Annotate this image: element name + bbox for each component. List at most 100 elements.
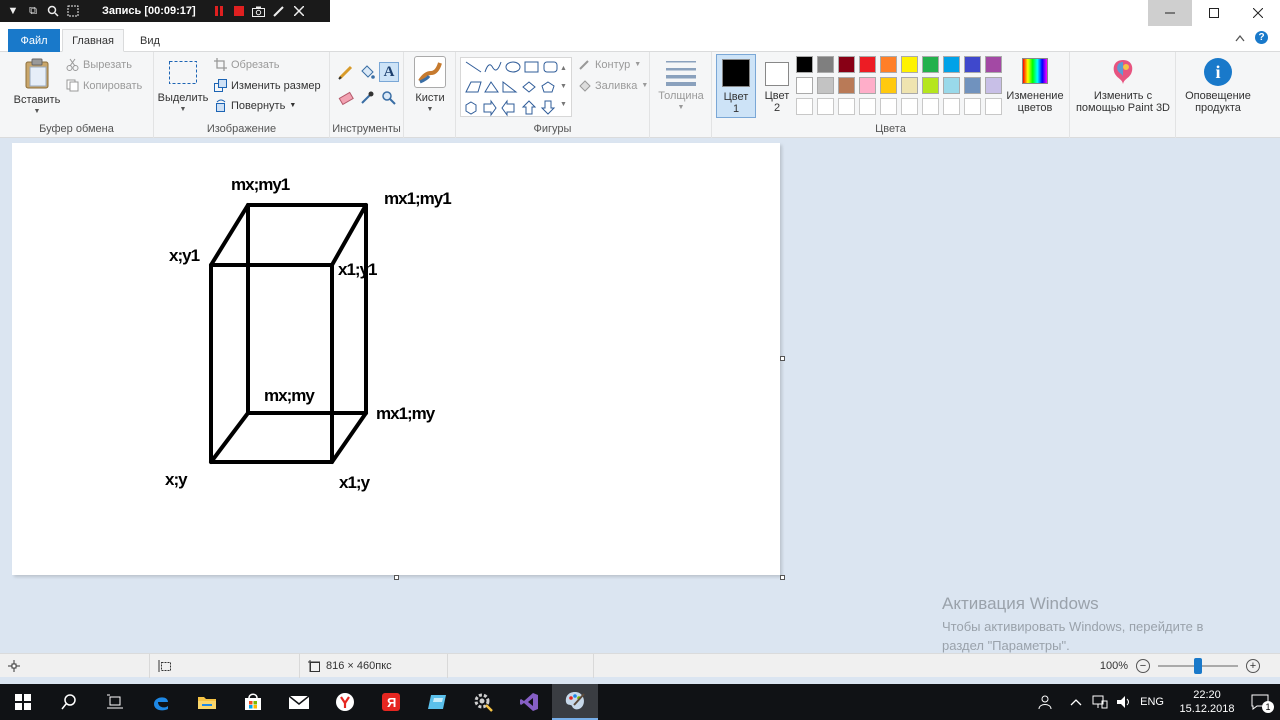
custom-color-slot[interactable] — [817, 98, 834, 115]
brushes-button[interactable]: Кисти ▼ — [410, 56, 450, 116]
custom-color-slot[interactable] — [838, 98, 855, 115]
resize-handle-bottom[interactable] — [394, 575, 399, 580]
cut-button[interactable]: Вырезать — [66, 58, 132, 71]
taskbar-store[interactable] — [230, 684, 276, 720]
magnifier-icon[interactable] — [381, 90, 397, 106]
clock[interactable]: 22:20 15.12.2018 — [1174, 688, 1240, 716]
thickness-dropdown-icon[interactable]: ▼ — [678, 102, 685, 114]
fill-button[interactable]: Заливка ▼ — [578, 79, 648, 92]
people-icon[interactable] — [1038, 694, 1054, 710]
restore-icon[interactable]: ⧉ — [26, 4, 40, 18]
taskbar-mail[interactable] — [276, 684, 322, 720]
palette-swatch[interactable] — [964, 56, 981, 73]
custom-color-slot[interactable] — [859, 98, 876, 115]
rotate-dropdown-icon[interactable]: ▼ — [289, 102, 296, 109]
palette-swatch[interactable] — [838, 77, 855, 94]
custom-color-slot[interactable] — [985, 98, 1002, 115]
custom-color-slot[interactable] — [901, 98, 918, 115]
taskbar-notes[interactable] — [414, 684, 460, 720]
eraser-icon[interactable] — [338, 90, 354, 106]
start-button[interactable] — [0, 684, 46, 720]
palette-swatch[interactable] — [943, 77, 960, 94]
custom-color-slot[interactable] — [922, 98, 939, 115]
close-window-button[interactable] — [1236, 0, 1280, 26]
dropdown-arrow-icon[interactable]: ▼ — [6, 4, 20, 18]
stop-icon[interactable] — [232, 4, 246, 18]
collapse-ribbon-icon[interactable] — [1235, 34, 1245, 42]
palette-swatch[interactable] — [859, 77, 876, 94]
outline-button[interactable]: Контур ▼ — [578, 58, 641, 71]
fill-bucket-icon[interactable] — [359, 64, 375, 80]
network-icon[interactable] — [1092, 695, 1108, 709]
zoom-out-button[interactable]: − — [1136, 659, 1150, 673]
paint3d-button[interactable]: Изменить с помощью Paint 3D — [1074, 58, 1172, 114]
palette-swatch[interactable] — [922, 77, 939, 94]
text-tool-icon[interactable]: A — [379, 62, 399, 82]
close-recorder-icon[interactable] — [292, 4, 306, 18]
zoom-in-button[interactable]: + — [1246, 659, 1260, 673]
crop-button[interactable]: Обрезать — [214, 58, 280, 71]
taskbar-yandex-browser[interactable] — [322, 684, 368, 720]
palette-swatch[interactable] — [817, 77, 834, 94]
tab-view[interactable]: Вид — [130, 29, 170, 52]
brushes-dropdown-icon[interactable]: ▼ — [427, 104, 434, 116]
pause-icon[interactable] — [212, 4, 226, 18]
taskbar-paint[interactable] — [552, 684, 598, 720]
pen-icon[interactable] — [272, 4, 286, 18]
zoom-slider[interactable] — [1158, 658, 1238, 674]
select-dropdown-icon[interactable]: ▼ — [180, 104, 187, 116]
copy-button[interactable]: Копировать — [66, 79, 142, 92]
paste-dropdown-icon[interactable]: ▼ — [34, 106, 41, 118]
palette-swatch[interactable] — [901, 56, 918, 73]
region-select-icon[interactable] — [66, 4, 80, 18]
palette-swatch[interactable] — [880, 56, 897, 73]
custom-color-slot[interactable] — [880, 98, 897, 115]
palette-swatch[interactable] — [880, 77, 897, 94]
palette-swatch[interactable] — [985, 56, 1002, 73]
palette-swatch[interactable] — [817, 56, 834, 73]
custom-color-slot[interactable] — [964, 98, 981, 115]
resize-handle-corner[interactable] — [780, 575, 785, 580]
tab-home[interactable]: Главная — [62, 29, 124, 52]
camera-icon[interactable] — [252, 4, 266, 18]
shapes-gallery[interactable] — [460, 57, 572, 117]
color2-button[interactable]: Цвет 2 — [758, 54, 796, 118]
zoom-icon[interactable] — [46, 4, 60, 18]
taskbar-edge[interactable] — [138, 684, 184, 720]
palette-swatch[interactable] — [838, 56, 855, 73]
select-button[interactable]: Выделить ▼ — [158, 58, 208, 116]
chevron-up-icon[interactable] — [1070, 698, 1082, 706]
maximize-button[interactable] — [1192, 0, 1236, 26]
palette-swatch[interactable] — [964, 77, 981, 94]
taskbar-tool[interactable] — [460, 684, 506, 720]
taskbar-visual-studio[interactable] — [506, 684, 552, 720]
rotate-button[interactable]: Повернуть ▼ — [214, 99, 296, 112]
shapes-scroll[interactable]: ▲ ▼ ▼ — [560, 60, 567, 114]
custom-color-slot[interactable] — [796, 98, 813, 115]
palette-swatch[interactable] — [943, 56, 960, 73]
cube-drawing[interactable]: mx;my1 mx1;my1 x;y1 x1;y1 mx;my mx1;my x… — [12, 143, 780, 575]
palette-swatch[interactable] — [796, 56, 813, 73]
palette-swatch[interactable] — [796, 77, 813, 94]
thickness-button[interactable]: Толщина ▼ — [656, 58, 706, 114]
resize-button[interactable]: Изменить размер — [214, 79, 321, 92]
language-indicator[interactable]: ENG — [1140, 696, 1164, 708]
pencil-icon[interactable] — [338, 64, 354, 80]
palette-swatch[interactable] — [985, 77, 1002, 94]
volume-icon[interactable] — [1116, 695, 1132, 709]
color-picker-icon[interactable] — [359, 90, 375, 106]
color1-button[interactable]: Цвет 1 — [716, 54, 756, 118]
taskbar-yandex[interactable]: Я — [368, 684, 414, 720]
help-icon[interactable]: ? — [1255, 31, 1268, 44]
search-button[interactable] — [46, 684, 92, 720]
task-view-button[interactable] — [92, 684, 138, 720]
paste-button[interactable]: Вставить ▼ — [12, 58, 62, 118]
palette-swatch[interactable] — [859, 56, 876, 73]
tab-file[interactable]: Файл — [8, 29, 60, 52]
taskbar-explorer[interactable] — [184, 684, 230, 720]
edit-colors-button[interactable]: Изменение цветов — [1004, 58, 1066, 114]
palette-swatch[interactable] — [922, 56, 939, 73]
action-center-button[interactable]: 1 — [1240, 684, 1280, 720]
zoom-slider-thumb[interactable] — [1194, 658, 1202, 674]
minimize-button[interactable] — [1148, 0, 1192, 26]
